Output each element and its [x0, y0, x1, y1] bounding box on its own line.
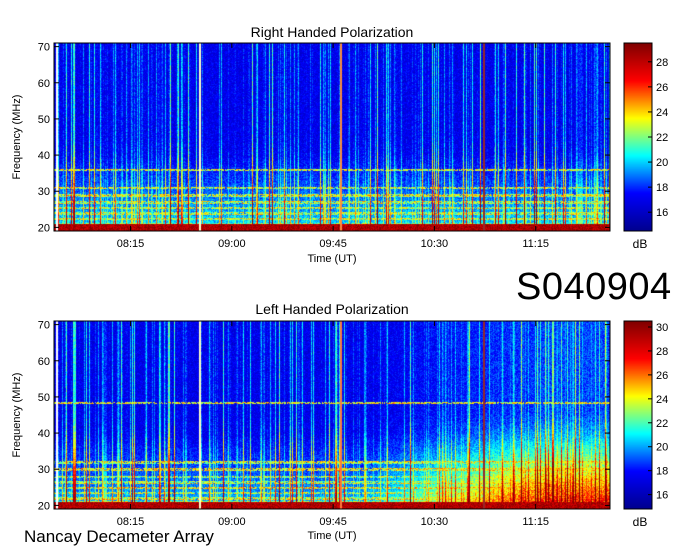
panel-title: Right Handed Polarization [251, 24, 414, 40]
x-tick-label: 10:30 [421, 238, 449, 250]
y-tick-label: 50 [38, 114, 50, 126]
colorbar-tick-label: 24 [656, 107, 668, 119]
colorbar-tick-label: 26 [656, 370, 668, 382]
x-tick-label: 11:15 [522, 516, 549, 528]
colorbar-tick-label: 18 [656, 182, 668, 194]
colorbar [624, 321, 652, 509]
y-tick-label: 30 [38, 186, 50, 198]
y-tick-label: 60 [38, 78, 50, 90]
spectrogram-image [54, 321, 610, 509]
y-tick-label: 30 [38, 464, 50, 476]
x-tick-label: 09:45 [319, 516, 347, 528]
colorbar-tick-label: 24 [656, 394, 668, 406]
y-tick-label: 20 [38, 500, 50, 512]
panel-right-polarization [53, 42, 653, 232]
y-tick-label: 20 [38, 222, 50, 234]
colorbar [624, 43, 652, 231]
observatory-label: Nancay Decameter Array [24, 527, 214, 546]
y-tick-label: 60 [38, 356, 50, 368]
y-tick-label: 40 [38, 428, 50, 440]
panel-left-polarization [53, 320, 653, 510]
colorbar-tick-label: 30 [656, 322, 668, 334]
colorbar-tick-label: 16 [656, 207, 668, 219]
panel-title: Left Handed Polarization [255, 301, 408, 317]
colorbar-label: dB [633, 515, 648, 529]
x-tick-label: 09:45 [319, 238, 347, 250]
x-tick-label: 10:30 [421, 516, 449, 528]
x-tick-label: 08:15 [117, 238, 145, 250]
y-tick-label: 40 [38, 150, 50, 162]
y-axis-label: Frequency (MHz) [11, 373, 23, 458]
y-axis-label: Frequency (MHz) [11, 95, 23, 180]
colorbar-tick-label: 20 [656, 157, 668, 169]
colorbar-tick-label: 16 [656, 490, 668, 502]
colorbar-tick-label: 26 [656, 82, 668, 94]
x-tick-label: 11:15 [522, 238, 549, 250]
colorbar-tick-label: 20 [656, 442, 668, 454]
colorbar-tick-label: 22 [656, 132, 668, 144]
spectrogram-image [54, 43, 610, 231]
x-axis-label: Time (UT) [307, 253, 356, 265]
x-tick-label: 09:00 [218, 238, 246, 250]
colorbar-tick-label: 22 [656, 418, 668, 430]
station-label: S040904 [516, 266, 672, 308]
colorbar-tick-label: 18 [656, 466, 668, 478]
y-tick-label: 70 [38, 320, 50, 332]
colorbar-tick-label: 28 [656, 346, 668, 358]
colorbar-tick-label: 28 [656, 57, 668, 69]
colorbar-label: dB [633, 237, 648, 251]
y-tick-label: 50 [38, 392, 50, 404]
y-tick-label: 70 [38, 42, 50, 54]
x-tick-label: 09:00 [218, 516, 246, 528]
x-axis-label: Time (UT) [307, 530, 356, 542]
